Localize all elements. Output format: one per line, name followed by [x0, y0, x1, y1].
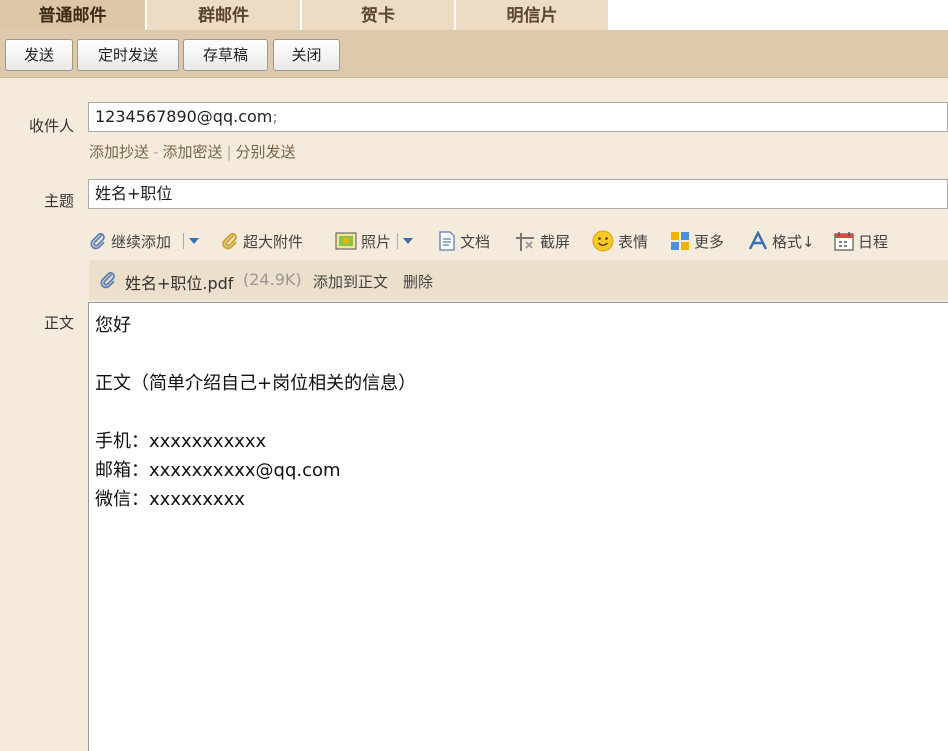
screenshot-label: 截屏: [540, 232, 571, 251]
save-draft-button[interactable]: 存草稿: [183, 39, 268, 71]
subject-field[interactable]: 姓名+职位: [88, 179, 948, 209]
recipient-address[interactable]: 1234567890@qq.com: [95, 107, 272, 126]
document-button[interactable]: 文档: [438, 230, 490, 252]
body-line: 邮箱：xxxxxxxxxx@qq.com: [95, 460, 341, 481]
attachment-filename[interactable]: 姓名+职位.pdf: [125, 270, 233, 294]
continue-add-dropdown[interactable]: [183, 230, 200, 252]
delete-attachment-link[interactable]: 删除: [403, 271, 433, 292]
body-line: 您好: [95, 315, 131, 336]
chevron-down-icon: [403, 238, 413, 244]
schedule-label: 日程: [858, 232, 889, 251]
compose-type-tabs: 普通邮件 群邮件 贺卡 明信片: [0, 0, 948, 30]
recipient-separator: ;: [272, 107, 278, 126]
large-attachment-label: 超大附件: [243, 232, 304, 251]
tab-normal-mail[interactable]: 普通邮件: [0, 0, 145, 30]
body-label: 正文: [43, 314, 74, 332]
dropdown-divider: [397, 233, 398, 249]
photo-dropdown[interactable]: [397, 230, 414, 252]
body-editor[interactable]: 您好 正文（简单介绍自己+岗位相关的信息） 手机：xxxxxxxxxxx 邮箱：…: [88, 302, 948, 751]
photo-icon: [335, 232, 357, 250]
calendar-icon: [834, 232, 854, 251]
photo-label: 照片: [361, 232, 392, 251]
tab-postcard[interactable]: 明信片: [456, 0, 608, 30]
add-bcc-link[interactable]: 添加密送: [162, 143, 222, 161]
document-icon: [439, 231, 455, 251]
more-label: 更多: [694, 232, 725, 251]
dropdown-divider: [183, 233, 184, 249]
emoji-label: 表情: [618, 232, 649, 251]
add-to-body-link[interactable]: 添加到正文: [313, 271, 388, 292]
smiley-icon: [592, 230, 614, 252]
recipient-options: 添加抄送 - 添加密送 | 分别发送: [89, 141, 296, 162]
document-label: 文档: [460, 232, 491, 251]
link-separator: -: [153, 143, 159, 161]
close-button[interactable]: 关闭: [273, 39, 340, 71]
tab-group-mail[interactable]: 群邮件: [147, 0, 300, 30]
more-button[interactable]: 更多: [670, 230, 724, 252]
body-line: [95, 398, 943, 427]
recipient-label: 收件人: [28, 117, 74, 135]
schedule-button[interactable]: 日程: [834, 230, 888, 252]
format-button[interactable]: 格式↓: [748, 230, 815, 252]
separate-send-link[interactable]: 分别发送: [236, 143, 296, 161]
body-line: [95, 340, 943, 369]
paperclip-icon: [100, 272, 115, 289]
continue-add-label: 继续添加: [111, 232, 172, 251]
body-line: 微信：xxxxxxxxx: [95, 489, 245, 510]
action-toolbar: 发送 定时发送 存草稿 关闭: [0, 30, 948, 78]
attachment-bar: 姓名+职位.pdf (24.9K) 添加到正文 删除: [89, 260, 948, 300]
large-paperclip-icon: [222, 232, 237, 250]
body-line: 正文（简单介绍自己+岗位相关的信息）: [95, 373, 417, 394]
paperclip-icon: [90, 233, 105, 250]
chevron-down-icon: [189, 238, 199, 244]
link-separator: |: [226, 143, 232, 161]
tab-greeting-card[interactable]: 贺卡: [302, 0, 454, 30]
screenshot-button[interactable]: 截屏: [514, 230, 570, 252]
scissors-icon: [516, 233, 534, 251]
body-line: 手机：xxxxxxxxxxx: [95, 431, 267, 452]
emoji-button[interactable]: 表情: [592, 230, 648, 252]
send-button[interactable]: 发送: [5, 39, 73, 71]
format-label: 格式↓: [772, 232, 815, 251]
scheduled-send-button[interactable]: 定时发送: [77, 39, 179, 71]
large-attachment-button[interactable]: 超大附件: [221, 230, 303, 252]
continue-add-button[interactable]: 继续添加: [89, 230, 171, 252]
attachment-size: (24.9K): [243, 270, 302, 289]
subject-label: 主题: [43, 192, 74, 210]
photo-button[interactable]: 照片: [335, 230, 391, 252]
recipient-field[interactable]: 1234567890@qq.com;: [88, 102, 948, 132]
add-cc-link[interactable]: 添加抄送: [89, 143, 149, 161]
font-format-icon: [748, 231, 768, 250]
grid-apps-icon: [671, 232, 689, 250]
